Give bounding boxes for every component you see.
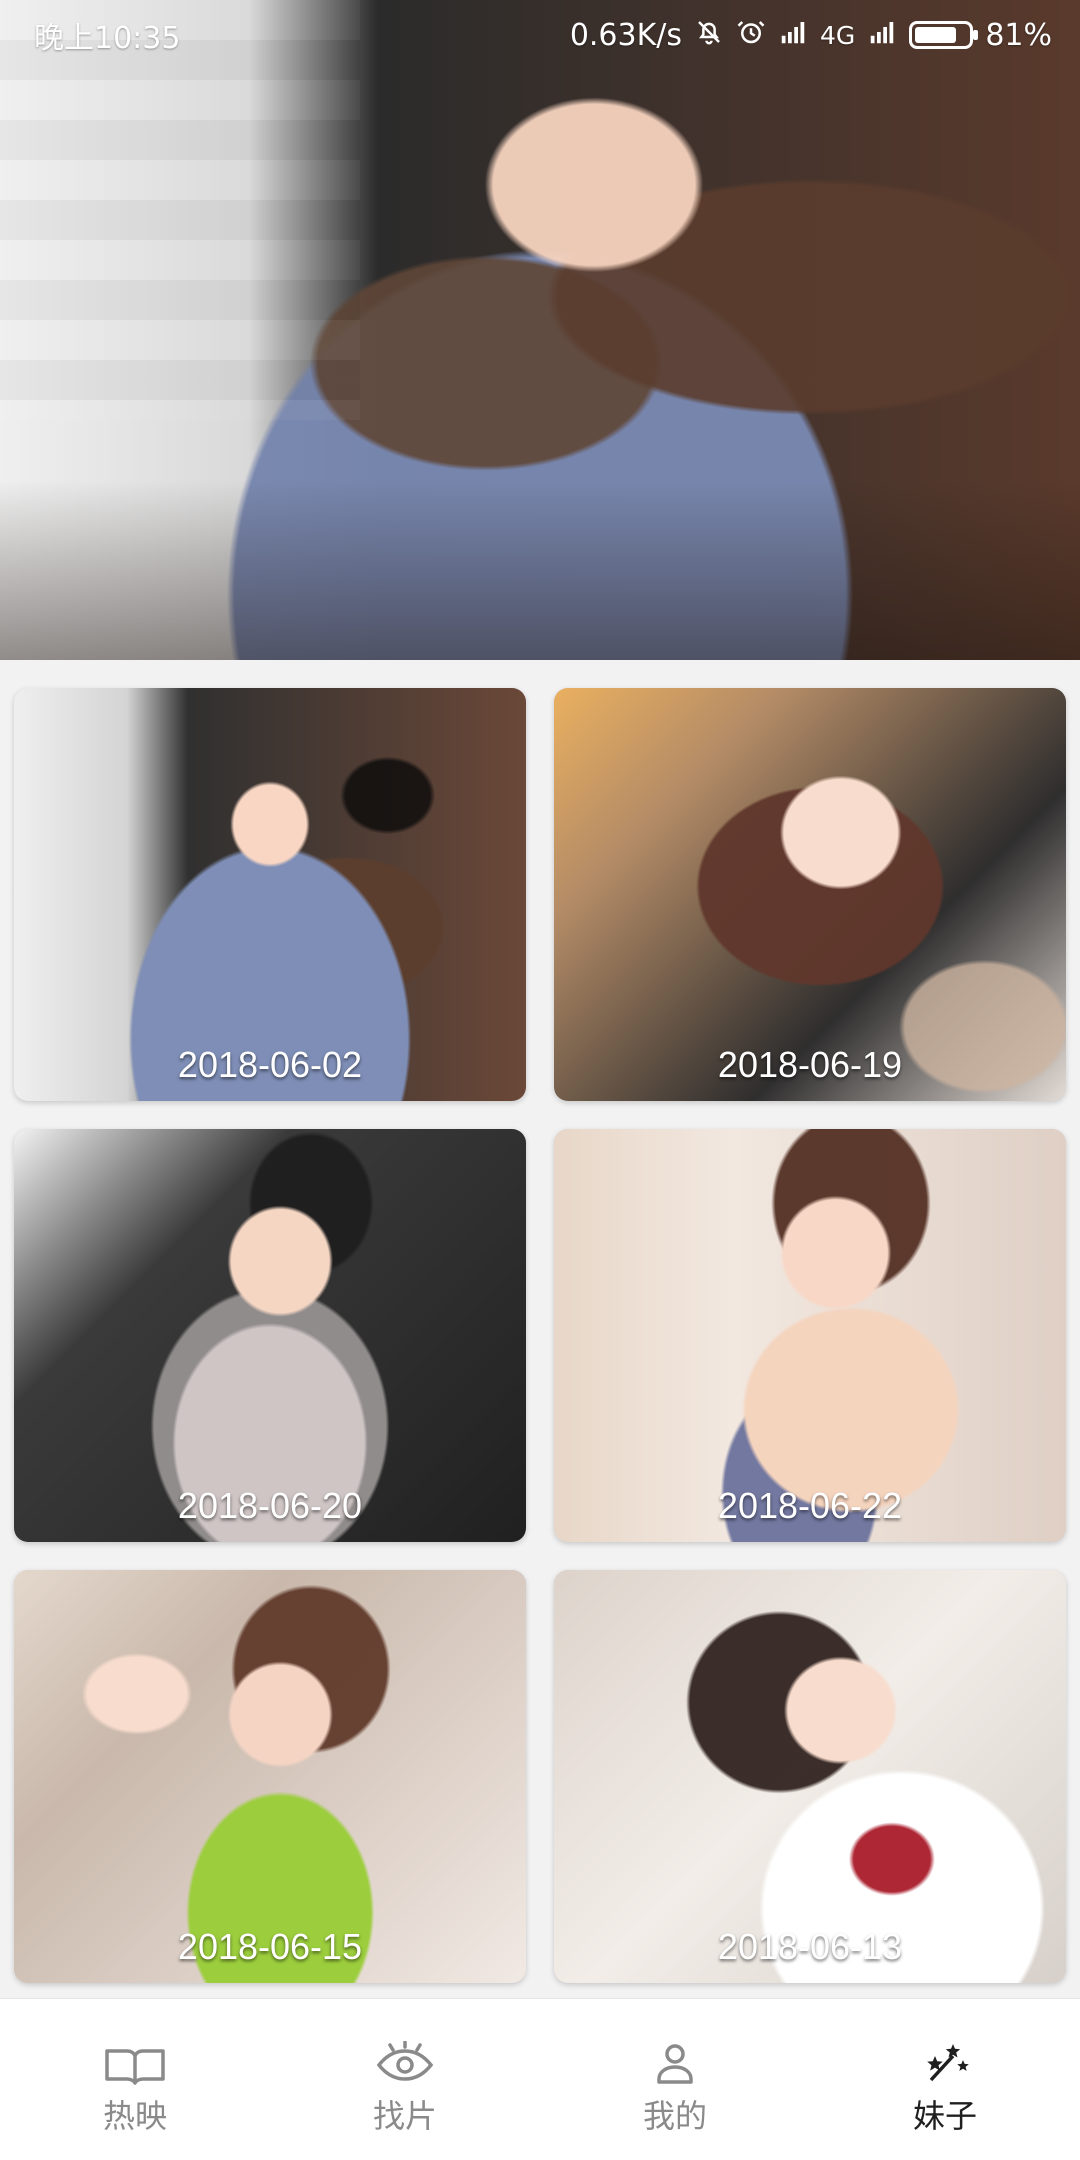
status-bar: 晚上10:35 0.63K/s 4G 81% bbox=[0, 0, 1080, 70]
app-screen: 晚上10:35 0.63K/s 4G 81% 2018-06-02 2018-0… bbox=[0, 0, 1080, 2160]
photo-card[interactable]: 2018-06-20 bbox=[14, 1129, 526, 1542]
photo-card[interactable]: 2018-06-22 bbox=[554, 1129, 1066, 1542]
photo-image bbox=[14, 1129, 526, 1542]
photo-image bbox=[554, 1570, 1066, 1983]
nav-item-mine[interactable]: 我的 bbox=[540, 1999, 810, 2160]
hero-banner-image[interactable] bbox=[0, 0, 1080, 660]
nav-item-find[interactable]: 找片 bbox=[270, 1999, 540, 2160]
bottom-navigation: 热映 找片 我的 妹子 bbox=[0, 1998, 1080, 2160]
photo-grid: 2018-06-02 2018-06-19 2018-06-20 2018-06… bbox=[14, 688, 1066, 1983]
status-left: 晚上10:35 bbox=[34, 13, 180, 57]
photo-date: 2018-06-20 bbox=[177, 1485, 363, 1526]
muted-bell-icon bbox=[694, 17, 724, 53]
signal-icon bbox=[778, 17, 808, 53]
photo-date: 2018-06-13 bbox=[717, 1926, 903, 1967]
photo-date: 2018-06-22 bbox=[717, 1485, 903, 1526]
photo-image bbox=[14, 688, 526, 1101]
photo-card[interactable]: 2018-06-02 bbox=[14, 688, 526, 1101]
battery-icon bbox=[909, 21, 979, 49]
photo-image bbox=[554, 688, 1066, 1101]
photo-date: 2018-06-15 bbox=[177, 1926, 363, 1967]
nav-label: 找片 bbox=[372, 2096, 437, 2135]
photo-date: 2018-06-02 bbox=[177, 1044, 363, 1085]
photo-card[interactable]: 2018-06-13 bbox=[554, 1570, 1066, 1983]
battery-percent: 81% bbox=[985, 17, 1052, 53]
user-icon bbox=[641, 2038, 709, 2090]
nav-label: 我的 bbox=[642, 2096, 707, 2135]
nav-label: 热映 bbox=[102, 2096, 167, 2135]
photo-date: 2018-06-19 bbox=[717, 1044, 903, 1085]
nav-item-hot[interactable]: 热映 bbox=[0, 1999, 270, 2160]
photo-card[interactable]: 2018-06-19 bbox=[554, 688, 1066, 1101]
signal-icon bbox=[867, 17, 897, 53]
network-speed: 0.63K/s bbox=[569, 17, 683, 53]
eye-icon bbox=[371, 2038, 439, 2090]
photo-image bbox=[14, 1570, 526, 1983]
status-time: 晚上10:35 bbox=[34, 21, 181, 56]
nav-label: 妹子 bbox=[912, 2096, 977, 2135]
book-icon bbox=[101, 2038, 169, 2090]
nav-item-girls[interactable]: 妹子 bbox=[810, 1999, 1080, 2160]
photo-card[interactable]: 2018-06-15 bbox=[14, 1570, 526, 1983]
status-right: 0.63K/s 4G 81% bbox=[570, 17, 1052, 53]
alarm-icon bbox=[736, 17, 766, 53]
photo-image bbox=[554, 1129, 1066, 1542]
network-type: 4G bbox=[820, 20, 856, 50]
magic-wand-stars-icon bbox=[911, 2038, 979, 2090]
battery-level-fill bbox=[915, 27, 957, 43]
